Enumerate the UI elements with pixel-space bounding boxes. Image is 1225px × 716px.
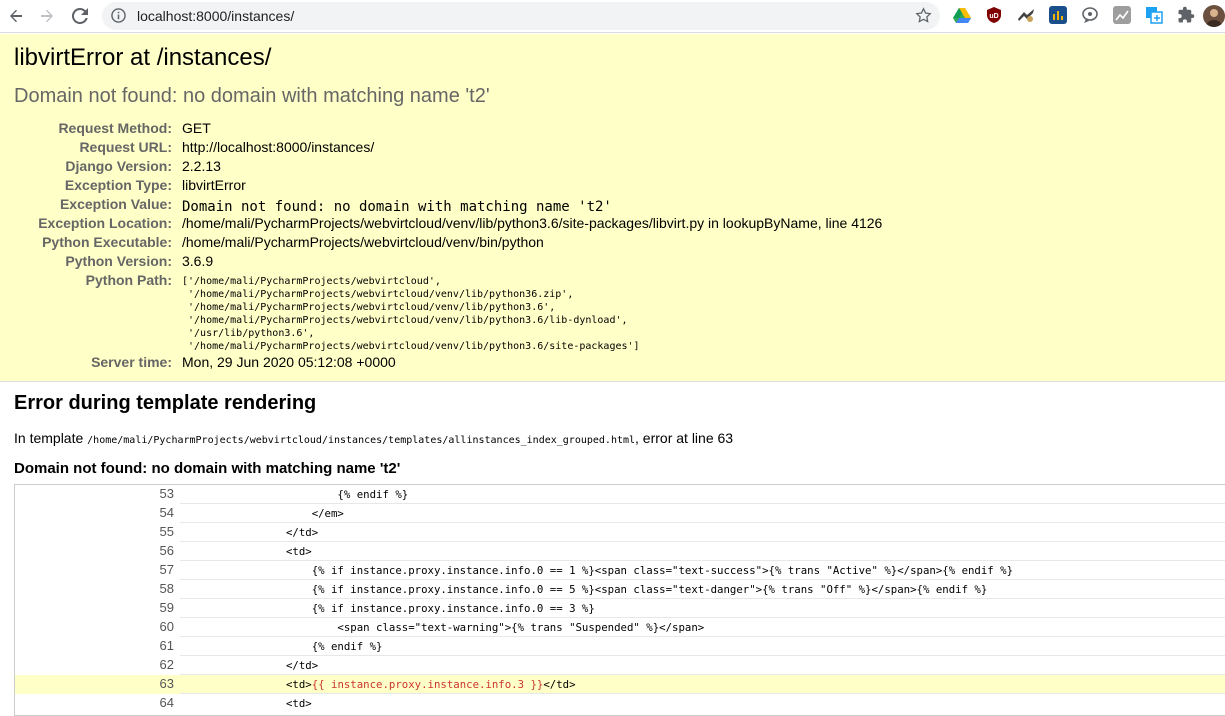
code-text: {% if instance.proxy.instance.info.0 == … (183, 564, 1014, 577)
line-number: 55 (159, 524, 174, 539)
meta-label: Exception Value: (59, 196, 172, 212)
code-line: 54 </em> (15, 504, 1225, 523)
code-line-highlighted: 63 <td>{{ instance.proxy.instance.info.3… (15, 675, 1225, 694)
meta-label: Python Version: (65, 253, 172, 269)
code-line: 64 <td> (15, 694, 1225, 713)
template-location: In template /home/mali/PycharmProjects/w… (14, 430, 733, 446)
code-line: 56 <td> (15, 542, 1225, 561)
code-line: 61 {% endif %} (15, 637, 1225, 656)
code-line: 58 {% if instance.proxy.instance.info.0 … (15, 580, 1225, 599)
code-line: 57 {% if instance.proxy.instance.info.0 … (15, 561, 1225, 580)
line-number: 62 (159, 657, 174, 672)
code-text: </td> (183, 526, 319, 539)
line-number: 60 (159, 619, 174, 634)
error-expression: {{ instance.proxy.instance.info.3 }} (311, 678, 544, 691)
meta-label: Exception Location: (38, 215, 172, 231)
meta-value: http://localhost:8000/instances/ (182, 139, 375, 155)
code-text: <td> (183, 545, 312, 558)
translate-icon[interactable] (1145, 6, 1163, 24)
site-info-icon[interactable] (111, 8, 126, 28)
meta-label: Python Path: (85, 272, 172, 288)
error-summary: libvirtError at /instances/ Domain not f… (0, 34, 1225, 382)
extension-icon[interactable] (1017, 6, 1035, 24)
avatar[interactable] (1203, 5, 1225, 27)
meta-value: 3.6.9 (182, 253, 214, 269)
meta-label: Django Version: (65, 158, 172, 174)
code-text: <td>{{ instance.proxy.instance.info.3 }}… (183, 678, 576, 691)
meta-value: Mon, 29 Jun 2020 05:12:08 +0000 (182, 354, 396, 370)
line-number: 63 (159, 676, 174, 691)
code-text: {% endif %} (183, 640, 383, 653)
code-line: 62 </td> (15, 656, 1225, 675)
line-number: 59 (159, 600, 174, 615)
meta-value: /home/mali/PycharmProjects/webvirtcloud/… (182, 234, 544, 250)
meta-value: Domain not found: no domain with matchin… (182, 199, 612, 215)
chat-extension-icon[interactable] (1081, 6, 1099, 24)
browser-toolbar: localhost:8000/instances/ uD (0, 0, 1225, 33)
line-number: 61 (159, 638, 174, 653)
ublock-icon[interactable]: uD (985, 6, 1003, 24)
line-number: 58 (159, 581, 174, 596)
meta-value: 2.2.13 (182, 158, 221, 174)
analytics-icon[interactable] (1049, 6, 1067, 24)
meta-value: libvirtError (182, 177, 246, 193)
svg-text:uD: uD (989, 13, 998, 20)
line-number: 56 (159, 543, 174, 558)
forward-arrow-icon[interactable] (36, 5, 58, 27)
code-text: <span class="text-warning">{% trans "Sus… (183, 621, 705, 634)
puzzle-extensions-icon[interactable] (1177, 6, 1195, 24)
code-pre: <td> (183, 678, 312, 691)
template-error-message: Domain not found: no domain with matchin… (14, 460, 401, 477)
source-code-box: 53 {% endif %} 54 </em> 55 </td> 56 <td>… (14, 484, 1225, 716)
meta-label: Server time: (91, 354, 172, 370)
url-text: localhost:8000/instances/ (137, 8, 295, 24)
code-text: <td> (183, 697, 312, 710)
meta-value: GET (182, 120, 211, 136)
line-number: 64 (159, 695, 174, 710)
code-line: 59 {% if instance.proxy.instance.info.0 … (15, 599, 1225, 618)
google-drive-icon[interactable] (953, 6, 971, 24)
meta-label: Request URL: (79, 139, 172, 155)
bookmark-star-icon[interactable] (915, 7, 932, 29)
code-text: </td> (183, 659, 319, 672)
code-post: </td> (543, 678, 576, 691)
meta-value: /home/mali/PycharmProjects/webvirtcloud/… (182, 215, 883, 231)
meta-label: Python Executable: (42, 234, 172, 250)
address-bar[interactable]: localhost:8000/instances/ (102, 2, 940, 30)
code-text: </em> (183, 507, 344, 520)
line-number: 57 (159, 562, 174, 577)
meta-label: Request Method: (58, 120, 172, 136)
exception-message: Domain not found: no domain with matchin… (14, 85, 490, 107)
template-error-section: Error during template rendering In templ… (0, 382, 1225, 716)
code-line: 53 {% endif %} (15, 485, 1225, 504)
reload-icon[interactable] (69, 5, 91, 27)
template-error-heading: Error during template rendering (14, 392, 317, 414)
in-template-prefix: In template (14, 430, 84, 446)
meta-label: Exception Type: (64, 177, 172, 193)
line-number: 53 (159, 486, 174, 501)
page-title: libvirtError at /instances/ (14, 44, 272, 71)
back-arrow-icon[interactable] (5, 5, 27, 27)
chart-extension-icon[interactable] (1113, 6, 1131, 24)
code-line: 55 </td> (15, 523, 1225, 542)
error-line-text: , error at line 63 (635, 430, 734, 446)
code-line: 60 <span class="text-warning">{% trans "… (15, 618, 1225, 637)
code-text: {% if instance.proxy.instance.info.0 == … (183, 583, 988, 596)
template-path: /home/mali/PycharmProjects/webvirtcloud/… (87, 435, 636, 446)
python-path-value: ['/home/mali/PycharmProjects/webvirtclou… (182, 276, 640, 352)
line-number: 54 (159, 505, 174, 520)
code-text: {% if instance.proxy.instance.info.0 == … (183, 602, 595, 615)
code-text: {% endif %} (183, 488, 409, 501)
